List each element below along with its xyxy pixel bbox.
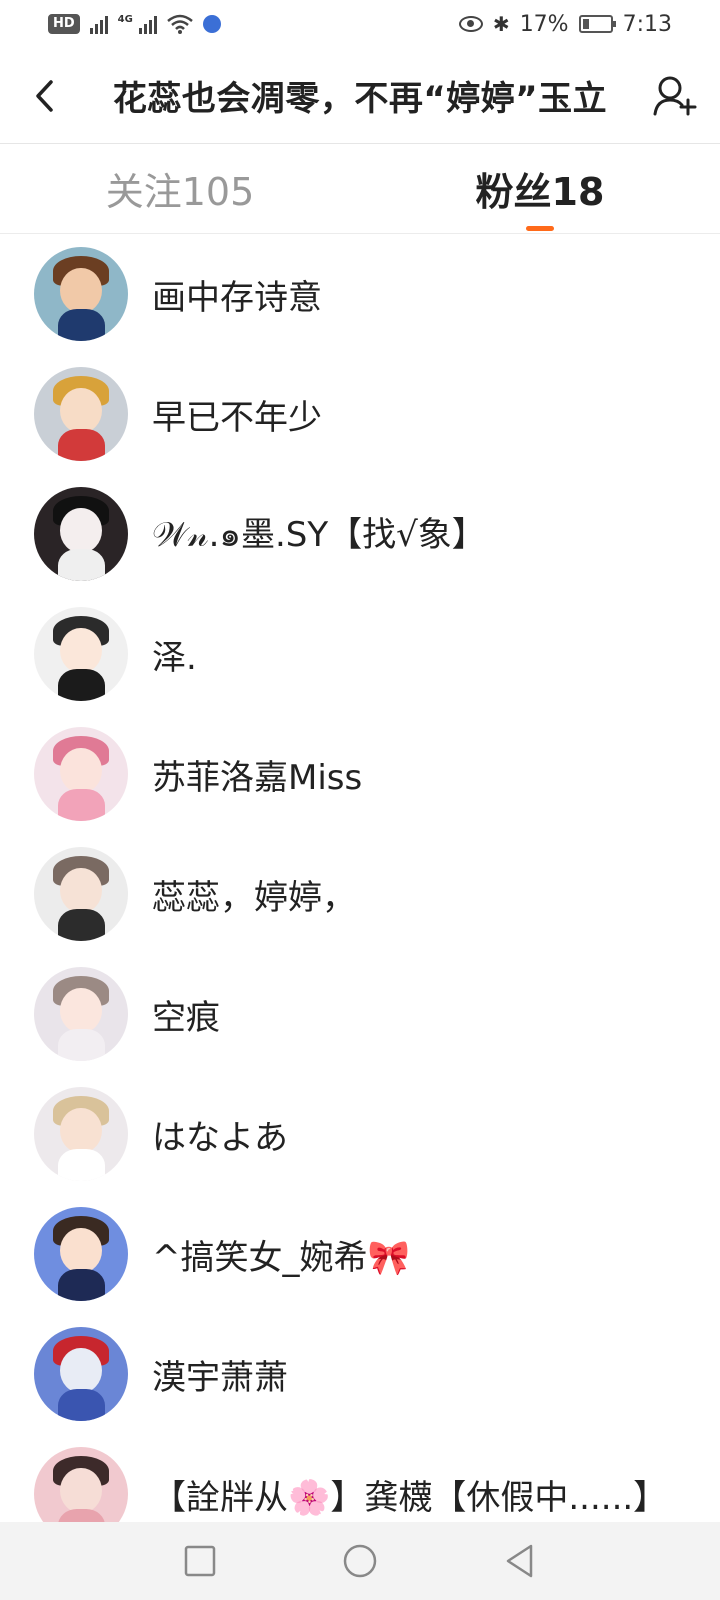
user-name: 早已不年少 bbox=[152, 397, 322, 438]
list-item[interactable]: 蕊蕊，婷婷， bbox=[0, 834, 720, 954]
battery-icon bbox=[578, 15, 616, 33]
square-icon bbox=[184, 1545, 216, 1577]
avatar[interactable] bbox=[34, 1087, 128, 1181]
avatar[interactable] bbox=[34, 1207, 128, 1301]
back-button[interactable] bbox=[0, 48, 90, 144]
list-item[interactable]: 苏菲洛嘉Miss bbox=[0, 714, 720, 834]
avatar[interactable] bbox=[34, 607, 128, 701]
avatar[interactable] bbox=[34, 727, 128, 821]
add-user-icon bbox=[653, 76, 697, 115]
user-name: ^搞笑女_婉希🎀 bbox=[152, 1237, 410, 1278]
tab-followers[interactable]: 粉丝18 bbox=[360, 144, 720, 233]
list-item[interactable]: 画中存诗意 bbox=[0, 234, 720, 354]
avatar[interactable] bbox=[34, 1447, 128, 1522]
circle-icon bbox=[343, 1544, 377, 1578]
header: 花蕊也会凋零，不再“婷婷”玉立 bbox=[0, 48, 720, 144]
list-item[interactable]: 空痕 bbox=[0, 954, 720, 1074]
system-nav-bar bbox=[0, 1522, 720, 1600]
network-type-icon: 4G bbox=[117, 14, 133, 25]
tab-active-indicator bbox=[526, 226, 554, 231]
avatar[interactable] bbox=[34, 487, 128, 581]
list-item[interactable]: 泽. bbox=[0, 594, 720, 714]
add-friend-button[interactable] bbox=[630, 48, 720, 144]
tab-following-label: 关注105 bbox=[105, 170, 255, 214]
bluetooth-icon: ✱ bbox=[492, 12, 510, 36]
list-item[interactable]: ^搞笑女_婉希🎀 bbox=[0, 1194, 720, 1314]
clock: 7:13 bbox=[622, 11, 672, 37]
status-left: HD 4G bbox=[48, 14, 221, 34]
hd-icon: HD bbox=[48, 14, 80, 34]
page-title: 花蕊也会凋零，不再“婷婷”玉立 bbox=[112, 79, 608, 119]
tab-bar: 关注105 粉丝18 bbox=[0, 144, 720, 234]
recents-button[interactable] bbox=[180, 1541, 220, 1581]
signal-icon bbox=[89, 14, 108, 34]
avatar[interactable] bbox=[34, 247, 128, 341]
user-name: 𝒲𝓃.๑墨.SY【找√象】 bbox=[152, 515, 486, 555]
list-item[interactable]: 早已不年少 bbox=[0, 354, 720, 474]
eye-comfort-icon bbox=[458, 16, 483, 32]
user-name: 空痕 bbox=[152, 997, 220, 1038]
user-name: はなよあ bbox=[152, 1117, 288, 1158]
wifi-icon bbox=[167, 14, 193, 34]
avatar[interactable] bbox=[34, 967, 128, 1061]
home-button[interactable] bbox=[340, 1541, 380, 1581]
triangle-back-icon bbox=[506, 1544, 533, 1578]
user-name: 漠宇萧萧 bbox=[152, 1357, 288, 1398]
list-item[interactable]: 漠宇萧萧 bbox=[0, 1314, 720, 1434]
list-item[interactable]: はなよあ bbox=[0, 1074, 720, 1194]
user-name: 泽. bbox=[152, 637, 197, 678]
status-bar: HD 4G ✱ 17% 7:13 bbox=[0, 0, 720, 48]
back-arrow-icon bbox=[36, 79, 53, 112]
avatar[interactable] bbox=[34, 367, 128, 461]
user-name: 蕊蕊，婷婷， bbox=[152, 877, 356, 918]
user-name: 【詮牉从🌸】龚櫗【休假中......】 bbox=[152, 1477, 668, 1518]
avatar[interactable] bbox=[34, 847, 128, 941]
signal-icon-2 bbox=[138, 14, 157, 34]
follower-list[interactable]: 画中存诗意 早已不年少 𝒲𝓃.๑墨.SY【找√象】 泽. 苏菲洛嘉Miss 蕊蕊… bbox=[0, 234, 720, 1522]
user-name: 苏菲洛嘉Miss bbox=[152, 757, 363, 798]
user-name: 画中存诗意 bbox=[152, 277, 322, 318]
avatar[interactable] bbox=[34, 1327, 128, 1421]
list-item[interactable]: 【詮牉从🌸】龚櫗【休假中......】 bbox=[0, 1434, 720, 1522]
back-nav-button[interactable] bbox=[500, 1541, 540, 1581]
tab-following[interactable]: 关注105 bbox=[0, 144, 360, 233]
list-item[interactable]: 𝒲𝓃.๑墨.SY【找√象】 bbox=[0, 474, 720, 594]
battery-percent: 17% bbox=[519, 11, 569, 37]
tab-followers-label: 粉丝18 bbox=[475, 170, 605, 214]
baidu-icon bbox=[202, 15, 221, 33]
status-right: ✱ 17% 7:13 bbox=[458, 11, 672, 37]
